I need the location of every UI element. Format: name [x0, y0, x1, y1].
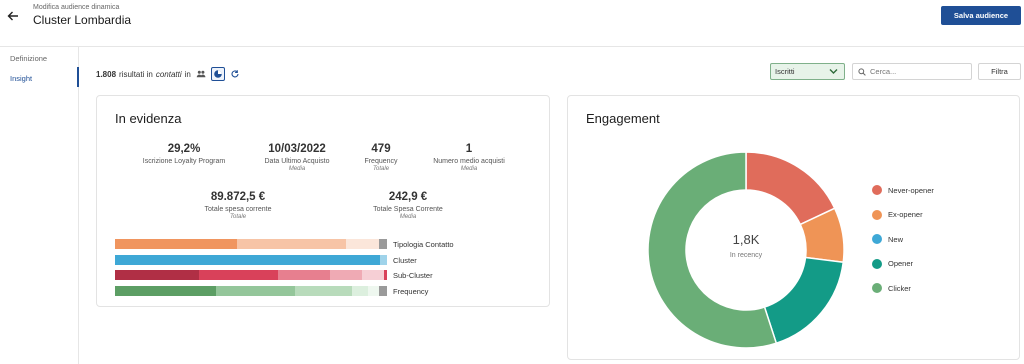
people-icon[interactable]	[194, 67, 208, 81]
bar-label: Sub-Cluster	[393, 271, 433, 280]
legend-label: Clicker	[888, 283, 911, 293]
bar-segment[interactable]	[115, 239, 238, 249]
legend-label: Never-opener	[888, 185, 934, 195]
in-evidenza-title: In evidenza	[115, 111, 182, 126]
legend-swatch	[872, 283, 882, 293]
save-audience-button[interactable]: Salva audience	[941, 6, 1021, 25]
kpi-sublabel: Media	[399, 214, 417, 220]
bar-segment[interactable]	[351, 285, 368, 296]
kpi-value: 242,9 €	[388, 191, 428, 203]
bar-segment[interactable]	[294, 285, 352, 296]
bar-row: Frequency	[115, 285, 515, 296]
donut-slice-never-opener[interactable]	[745, 151, 836, 226]
filter-button[interactable]: Filtra	[978, 63, 1021, 80]
pie-chart-icon[interactable]	[210, 67, 225, 81]
stacked-bars: Tipologia Contatto Cluster Sub-Cluster Freq…	[115, 239, 515, 301]
legend-swatch	[872, 234, 882, 244]
search-icon	[858, 63, 866, 81]
page-subtitle: Modifica audience dinamica	[33, 4, 120, 11]
bar-label: Frequency	[393, 286, 429, 296]
bar-segment[interactable]	[380, 254, 387, 265]
bar-segment[interactable]	[346, 239, 379, 249]
donut-center-value: 1,8K	[732, 232, 760, 247]
bar-segment[interactable]	[215, 285, 295, 296]
refresh-icon[interactable]	[228, 67, 242, 81]
kpi-sublabel: Totale	[229, 214, 247, 220]
bar-segment[interactable]	[384, 270, 387, 280]
kpi-loyalty: 29,2% Iscrizione Loyalty Program	[124, 143, 244, 165]
bar-segment[interactable]	[378, 239, 387, 249]
engagement-legend: Never-opener Ex-opener New Opener Clicker	[872, 184, 934, 307]
legend-item-ex-opener[interactable]: Ex-opener	[872, 209, 934, 221]
bar-segment[interactable]	[115, 254, 381, 265]
legend-item-clicker[interactable]: Clicker	[872, 282, 934, 294]
legend-item-new[interactable]: New	[872, 233, 934, 245]
bar-segment[interactable]	[115, 270, 200, 280]
kpi-label: Totale spesa corrente	[204, 206, 272, 213]
donut-center-label: In recency	[729, 252, 763, 259]
engagement-donut-chart	[647, 151, 845, 349]
kpi-avg-spend: 242,9 € Totale Spesa Corrente Media	[348, 191, 468, 220]
app-root: Modifica audience dinamica Cluster Lomba…	[0, 0, 1024, 364]
legend-swatch	[872, 185, 882, 195]
kpi-label: Numero medio acquisti	[433, 158, 505, 165]
bar-row: Sub-Cluster	[115, 270, 515, 280]
bar-label: Cluster	[393, 255, 417, 265]
kpi-avg-purchases: 1 Numero medio acquisti Media	[409, 143, 529, 172]
bar-segment[interactable]	[378, 285, 387, 296]
kpi-total-spend: 89.872,5 € Totale spesa corrente Totale	[178, 191, 298, 220]
kpi-value: 1	[465, 143, 473, 155]
kpi-label: Iscrizione Loyalty Program	[142, 158, 226, 165]
segment-select[interactable]: Iscritti	[770, 63, 845, 80]
stacked-bar[interactable]	[115, 239, 387, 249]
kpi-sublabel: Media	[460, 166, 478, 172]
legend-item-opener[interactable]: Opener	[872, 258, 934, 270]
bar-row: Tipologia Contatto	[115, 239, 515, 249]
kpi-label: Totale Spesa Corrente	[373, 206, 443, 213]
legend-label: New	[888, 234, 904, 244]
stacked-bar[interactable]	[115, 270, 387, 280]
search-input[interactable]	[870, 67, 965, 76]
stacked-bar[interactable]	[115, 254, 387, 265]
bar-segment[interactable]	[329, 270, 363, 280]
kpi-value: 89.872,5 €	[210, 191, 266, 203]
donut-slice-opener[interactable]	[763, 256, 845, 345]
engagement-title: Engagement	[586, 111, 660, 126]
results-count: 1.808	[96, 69, 117, 79]
stacked-bar[interactable]	[115, 285, 387, 296]
bar-segment[interactable]	[237, 239, 347, 249]
kpi-value: 29,2%	[167, 143, 201, 155]
legend-swatch	[872, 209, 882, 220]
bar-label: Tipologia Contatto	[393, 240, 454, 249]
legend-label: Opener	[888, 259, 914, 268]
results-context: contatti	[155, 69, 182, 79]
legend-swatch	[872, 258, 882, 269]
bar-segment[interactable]	[115, 285, 216, 296]
bar-segment[interactable]	[367, 285, 379, 296]
segment-select-value: Iscritti	[775, 67, 795, 76]
results-text: risultati in	[119, 69, 153, 79]
bar-segment[interactable]	[199, 270, 279, 280]
sidebar-item-insight[interactable]: Insight	[10, 74, 32, 83]
search-box[interactable]	[852, 63, 972, 80]
bar-segment[interactable]	[278, 270, 330, 280]
engagement-card: Engagement 1,8K In recency Never-opener E…	[567, 95, 1020, 360]
in-evidenza-card: In evidenza 29,2% Iscrizione Loyalty Pro…	[96, 95, 550, 307]
bar-segment[interactable]	[362, 270, 385, 280]
back-arrow-icon[interactable]	[6, 9, 20, 23]
sidebar: Definizione Insight	[0, 47, 79, 364]
header-divider	[0, 46, 1024, 47]
results-summary: 1.808 risultati in contatti in	[96, 67, 242, 81]
sidebar-item-definizione[interactable]: Definizione	[10, 54, 47, 63]
chevron-down-icon	[829, 68, 838, 77]
page-title: Cluster Lombardia	[33, 13, 132, 27]
legend-label: Ex-opener	[888, 210, 923, 219]
sidebar-active-indicator	[77, 67, 79, 87]
results-in: in	[184, 69, 191, 79]
bar-row: Cluster	[115, 254, 515, 265]
legend-item-never-opener[interactable]: Never-opener	[872, 184, 934, 196]
